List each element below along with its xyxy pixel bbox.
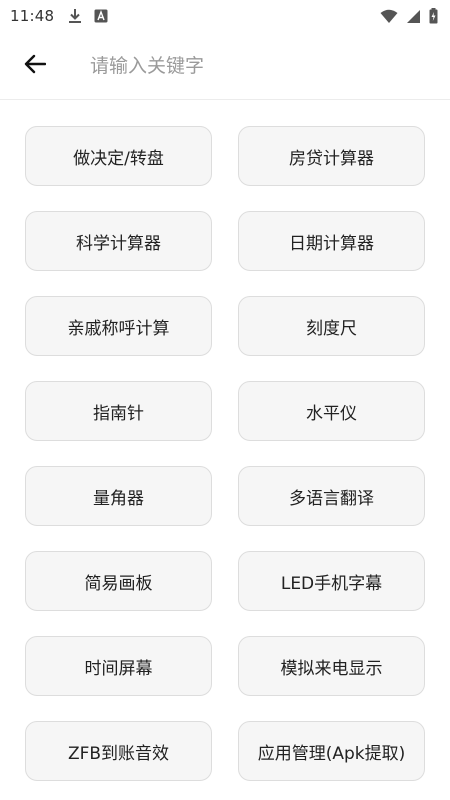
tool-button-zfb-sound[interactable]: ZFB到账音效 bbox=[25, 721, 212, 781]
tool-grid: 做决定/转盘 房贷计算器 科学计算器 日期计算器 亲戚称呼计算 刻度尺 指南针 … bbox=[25, 126, 425, 781]
tool-button-scientific-calculator[interactable]: 科学计算器 bbox=[25, 211, 212, 271]
status-bar: 11:48 bbox=[0, 0, 450, 32]
tool-button-compass[interactable]: 指南针 bbox=[25, 381, 212, 441]
app-notification-icon bbox=[94, 9, 108, 23]
tool-button-decision-wheel[interactable]: 做决定/转盘 bbox=[25, 126, 212, 186]
tool-button-led-marquee[interactable]: LED手机字幕 bbox=[238, 551, 425, 611]
search-input[interactable] bbox=[90, 45, 430, 86]
tool-button-translator[interactable]: 多语言翻译 bbox=[238, 466, 425, 526]
signal-icon bbox=[406, 9, 421, 24]
tool-button-protractor[interactable]: 量角器 bbox=[25, 466, 212, 526]
tool-button-sketchpad[interactable]: 简易画板 bbox=[25, 551, 212, 611]
status-icons-left bbox=[68, 8, 108, 24]
battery-charging-icon bbox=[429, 8, 438, 24]
arrow-left-icon bbox=[24, 54, 47, 78]
tool-button-apk-extract[interactable]: 应用管理(Apk提取) bbox=[238, 721, 425, 781]
status-time: 11:48 bbox=[10, 7, 55, 25]
back-button[interactable] bbox=[0, 32, 70, 100]
tool-button-relative-title-calculator[interactable]: 亲戚称呼计算 bbox=[25, 296, 212, 356]
search-header bbox=[0, 32, 450, 100]
tool-button-date-calculator[interactable]: 日期计算器 bbox=[238, 211, 425, 271]
wifi-icon bbox=[380, 9, 398, 24]
tool-button-ruler[interactable]: 刻度尺 bbox=[238, 296, 425, 356]
tool-button-mortgage-calculator[interactable]: 房贷计算器 bbox=[238, 126, 425, 186]
tool-button-fake-call[interactable]: 模拟来电显示 bbox=[238, 636, 425, 696]
tool-button-time-screen[interactable]: 时间屏幕 bbox=[25, 636, 212, 696]
status-icons-right bbox=[380, 8, 438, 24]
download-icon bbox=[68, 8, 82, 24]
tool-button-level[interactable]: 水平仪 bbox=[238, 381, 425, 441]
